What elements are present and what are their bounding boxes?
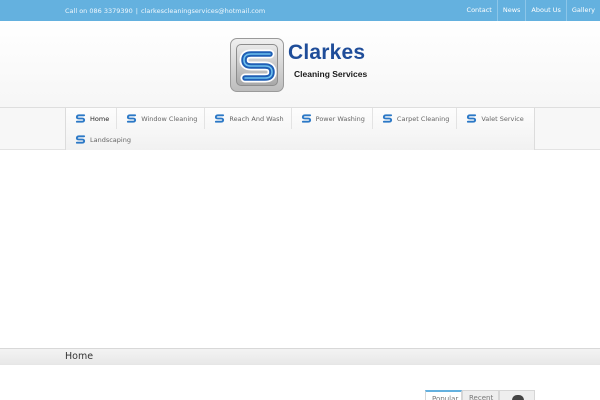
top-nav-contact[interactable]: Contact bbox=[462, 0, 497, 21]
cs-icon bbox=[75, 114, 86, 123]
top-nav-gallery[interactable]: Gallery bbox=[565, 0, 600, 21]
contact-info: Call on 086 3379390 | clarkescleaningservi… bbox=[65, 7, 265, 15]
tab-recent[interactable]: Recent bbox=[462, 390, 499, 400]
main-menu-bar: Home Window Cleaning Reach And Wash Powe… bbox=[0, 108, 600, 150]
top-nav: Contact News About Us Gallery bbox=[462, 0, 600, 21]
menu-item-power-washing[interactable]: Power Washing bbox=[292, 108, 373, 129]
cs-icon bbox=[301, 114, 311, 123]
menu-item-label: Valet Service bbox=[481, 114, 524, 123]
site-logo[interactable]: Clarkes Cleaning Services bbox=[230, 38, 380, 94]
menu-item-valet-service[interactable]: Valet Service bbox=[457, 108, 530, 129]
menu-item-window-cleaning[interactable]: Window Cleaning bbox=[117, 108, 206, 129]
cs-icon bbox=[127, 114, 137, 123]
menu-item-label: Landscaping bbox=[90, 135, 131, 144]
sidebar-tabs: Popular Recent bbox=[425, 390, 535, 400]
menu-item-reach-and-wash[interactable]: Reach And Wash bbox=[205, 108, 292, 129]
menu-item-label: Home bbox=[90, 114, 110, 123]
tab-comments[interactable] bbox=[499, 390, 535, 400]
top-nav-about-us[interactable]: About Us bbox=[525, 0, 565, 21]
breadcrumb-current: Home bbox=[65, 351, 94, 362]
menu-item-label: Carpet Cleaning bbox=[396, 114, 450, 123]
cs-icon bbox=[467, 114, 477, 123]
logo-tagline: Cleaning Services bbox=[294, 69, 368, 79]
top-nav-news[interactable]: News bbox=[496, 0, 526, 21]
menu-row: Landscaping bbox=[66, 129, 534, 150]
comments-icon bbox=[512, 395, 524, 400]
menu-item-landscaping[interactable]: Landscaping bbox=[66, 129, 138, 150]
top-bar: Call on 086 3379390 | clarkescleaningservi… bbox=[0, 0, 600, 21]
logo-emblem-inner bbox=[236, 44, 278, 86]
cs-icon bbox=[382, 114, 393, 123]
logo-name: Clarkes bbox=[288, 41, 366, 64]
hero-banner bbox=[0, 150, 600, 348]
email-link[interactable]: clarkescleaningservices@hotmail.com bbox=[141, 7, 265, 15]
cs-icon bbox=[215, 114, 225, 123]
menu-item-label: Reach And Wash bbox=[229, 114, 284, 123]
menu-item-home[interactable]: Home bbox=[66, 108, 118, 129]
cs-logo-icon bbox=[239, 49, 277, 83]
cs-icon bbox=[75, 135, 86, 144]
main-menu: Home Window Cleaning Reach And Wash Powe… bbox=[65, 108, 535, 150]
menu-item-carpet-cleaning[interactable]: Carpet Cleaning bbox=[373, 108, 458, 129]
tab-popular[interactable]: Popular bbox=[425, 390, 462, 400]
menu-item-label: Power Washing bbox=[315, 114, 365, 123]
breadcrumb: Home bbox=[0, 348, 600, 365]
menu-row: Home Window Cleaning Reach And Wash Powe… bbox=[66, 108, 534, 129]
menu-item-label: Window Cleaning bbox=[141, 114, 198, 123]
logo-emblem bbox=[230, 38, 284, 92]
phone-text: Call on 086 3379390 bbox=[65, 7, 133, 15]
contact-separator: | bbox=[135, 7, 138, 15]
site-header: Clarkes Cleaning Services bbox=[0, 21, 600, 108]
